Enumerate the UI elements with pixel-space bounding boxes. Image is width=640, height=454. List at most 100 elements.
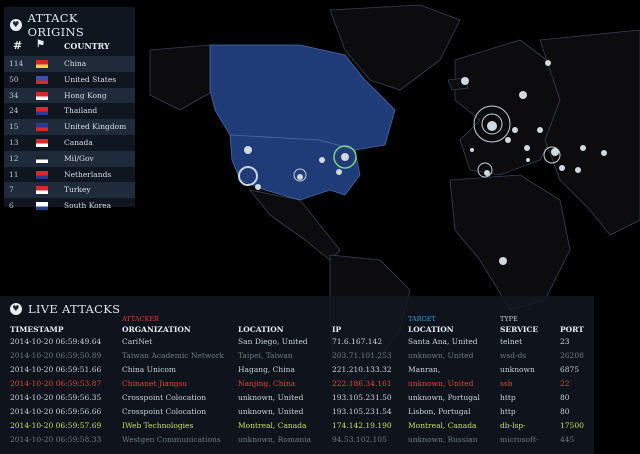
origins-title-text: ATTACK ORIGINS: [27, 11, 85, 39]
attacker-ip: 193.105.231.50: [332, 393, 392, 402]
attack-port: 26208: [560, 351, 584, 360]
attack-origins-panel: ♥ ATTACK ORIGINS # ⚑ COUNTRY 114 China 50 U…: [4, 7, 135, 211]
attack-port: 22: [560, 379, 570, 388]
attacker-location: Hagang, China: [238, 365, 295, 374]
origin-row: 7 Turkey: [4, 182, 135, 199]
live-title: ♥ LIVE ATTACKS: [10, 302, 120, 316]
origin-country: Turkey: [64, 185, 91, 195]
live-attacks-list: 2014-10-20 06:59:49.64 CariNet San Diego, …: [0, 337, 594, 449]
attack-timestamp: 2014-10-20 06:59:56.66: [10, 407, 102, 416]
attack-service: microsoft-: [500, 435, 539, 444]
origin-row: 24 Thailand: [4, 103, 135, 119]
attack-timestamp: 2014-10-20 06:59:49.64: [10, 337, 102, 346]
attacker-location: Nanjing, China: [238, 379, 296, 388]
attack-service: http: [500, 407, 516, 416]
origins-title: ♥ ATTACK ORIGINS: [10, 11, 135, 39]
flag-kr-icon: [36, 202, 48, 211]
attacker-location: Montreal, Canada: [238, 421, 307, 430]
live-attack-row: 2014-10-20 06:59:53.87 Chinanet Jiangsu Na…: [0, 379, 594, 393]
target-location: Montreal, Canada: [408, 421, 477, 430]
live-attack-row: 2014-10-20 06:59:51.66 China Unicom Hagang…: [0, 365, 594, 379]
attacker-location: unknown, United: [238, 393, 304, 402]
attack-service: ssh: [500, 379, 513, 388]
origin-row: 114 China: [4, 56, 135, 72]
origin-country: Thailand: [64, 106, 98, 116]
target-location: unknown, Portugal: [408, 393, 480, 402]
attacker-organization: IWeb Technologies: [122, 421, 194, 430]
live-title-text: LIVE ATTACKS: [28, 302, 121, 316]
type-group-label: TYPE: [500, 315, 518, 323]
attacker-location: unknown, United: [238, 407, 304, 416]
live-attacks-panel: ♥ LIVE ATTACKS ATTACKER TARGET TYPE TIME…: [0, 296, 594, 454]
flag-icon: ⚑: [36, 39, 45, 50]
origin-country: Hong Kong: [64, 90, 107, 100]
attack-timestamp: 2014-10-20 06:59:58.33: [10, 435, 102, 444]
attack-service: unknown: [500, 365, 535, 374]
origin-row: 34 Hong Kong: [4, 87, 135, 104]
service-header: SERVICE: [500, 325, 539, 334]
origin-count: 11: [9, 169, 19, 179]
origin-country: United States: [64, 74, 117, 84]
attacker-organization: Crosspoint Colocation: [122, 407, 207, 416]
timestamp-header: TIMESTAMP: [10, 325, 64, 334]
origin-country: China: [64, 59, 87, 68]
attack-port: 80: [560, 393, 570, 402]
flag-th-icon: [36, 107, 48, 116]
attack-service: db-lsp-: [500, 421, 526, 430]
origin-count: 13: [9, 137, 19, 147]
country-header: COUNTRY: [64, 41, 110, 51]
origin-count: 6: [9, 201, 14, 211]
alaska: [149, 44, 216, 111]
attacker-ip: 193.105.231.54: [332, 407, 392, 416]
attacker-location: San Diego, United: [238, 337, 308, 346]
attacker-organization: CariNet: [122, 337, 153, 346]
flag-tr-icon: [36, 186, 48, 195]
target-location: unknown, United: [408, 351, 474, 360]
origin-row: 50 United States: [4, 72, 135, 88]
port-header: PORT: [560, 325, 584, 334]
live-attack-row: 2014-10-20 06:59:50.89 Taiwan Academic Ne…: [0, 351, 594, 365]
origin-country: Canada: [64, 137, 93, 147]
live-attack-row: 2014-10-20 06:59:49.64 CariNet San Diego, …: [0, 337, 594, 351]
origin-country: Mil/Gov: [64, 153, 94, 163]
attack-service: wsd-ds: [500, 351, 527, 360]
origin-row: 15 United Kingdom: [4, 119, 135, 135]
attacker-ip: 203.71.101.253: [332, 351, 392, 360]
origin-country: United Kingdom: [64, 122, 127, 132]
origin-count: 12: [9, 153, 19, 163]
live-attack-row: 2014-10-20 06:59:58.33 Westgen Communicat…: [0, 435, 594, 449]
origin-count: 50: [9, 74, 19, 84]
attack-service: telnet: [500, 337, 523, 346]
origins-list: 114 China 50 United States 34 Hong Kong 24 Thai…: [4, 56, 135, 214]
africa: [449, 174, 571, 311]
origin-count: 114: [9, 59, 24, 68]
heart-icon: ♥: [10, 19, 22, 31]
attack-timestamp: 2014-10-20 06:59:57.69: [10, 421, 102, 430]
live-attack-row: 2014-10-20 06:59:56.35 Crosspoint Colocat…: [0, 393, 594, 407]
attacker-organization: Westgen Communications: [122, 435, 221, 444]
attacker-organization: Chinanet Jiangsu: [122, 379, 188, 388]
attack-port: 23: [560, 337, 570, 346]
attack-port: 6875: [560, 365, 580, 374]
attack-timestamp: 2014-10-20 06:59:51.66: [10, 365, 102, 374]
flag-gb-icon: [36, 123, 48, 132]
attacker-organization: Crosspoint Colocation: [122, 393, 207, 402]
attacker-location: unknown, Romania: [238, 435, 312, 444]
target-location: unknown, Russian: [408, 435, 478, 444]
count-header: #: [13, 39, 23, 52]
attack-port: 445: [560, 435, 575, 444]
flag-ca-icon: [36, 138, 48, 147]
location-header: LOCATION: [238, 325, 284, 334]
ip-header: IP: [332, 325, 342, 334]
attacker-organization: China Unicom: [122, 365, 177, 374]
attacker-ip: 71.6.167.142: [332, 337, 383, 346]
origin-row: 6 South Korea: [4, 198, 135, 214]
flag-nl-icon: [36, 170, 48, 179]
flag-us-icon: [36, 75, 48, 84]
flag-cn-icon: [36, 60, 48, 68]
origin-row: 12 Mil/Gov: [4, 150, 135, 167]
attack-timestamp: 2014-10-20 06:59:53.87: [10, 379, 102, 388]
attack-timestamp: 2014-10-20 06:59:56.35: [10, 393, 102, 402]
flag-hk-icon: [36, 91, 48, 100]
origin-count: 15: [9, 122, 19, 132]
